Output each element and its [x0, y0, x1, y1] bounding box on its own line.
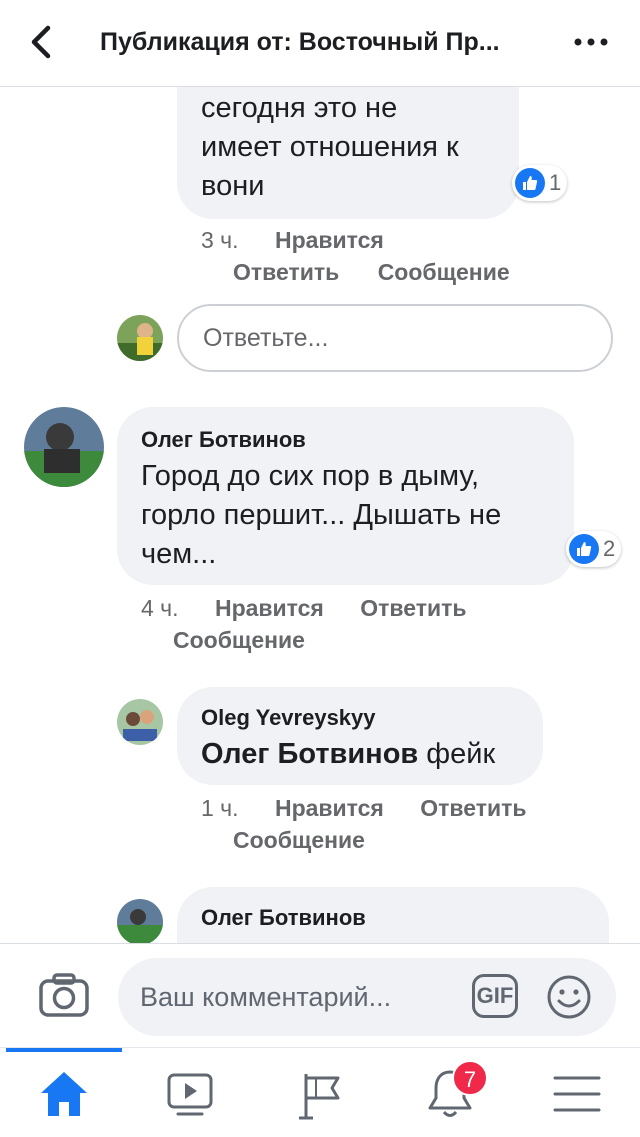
comment-actions-row2: Сообщение: [173, 627, 305, 654]
avatar[interactable]: [117, 899, 163, 943]
avatar: [117, 315, 163, 361]
tab-menu[interactable]: [547, 1066, 607, 1122]
comment-text-line: вони: [201, 170, 265, 202]
comment-text: фейк: [426, 738, 496, 770]
menu-icon: [553, 1076, 601, 1112]
reply-input[interactable]: Ответьте...: [177, 304, 613, 372]
comment-text-line: сегодня это не: [201, 92, 398, 124]
comment-bubble: Олег Ботвинов: [177, 887, 609, 943]
thumbs-up-icon: [569, 534, 599, 564]
page-title: Публикация от: Восточный Пр...: [100, 28, 500, 56]
comment-bubble: сегодня это не имеет отношения к вони: [177, 87, 519, 219]
bottom-tab-bar: 7: [0, 1047, 640, 1137]
emoji-button[interactable]: [546, 974, 592, 1020]
back-button[interactable]: [22, 22, 62, 62]
message-link[interactable]: Сообщение: [233, 827, 365, 853]
home-icon: [41, 1072, 87, 1116]
comment-author[interactable]: Олег Ботвинов: [201, 905, 366, 931]
video-icon: [167, 1073, 213, 1116]
comment-actions: 4 ч. Нравится Ответить: [141, 595, 467, 622]
comment-actions-row2: Сообщение: [233, 827, 365, 854]
reaction-number: 2: [603, 536, 616, 561]
reply-link[interactable]: Ответить: [360, 595, 466, 621]
comment-text-line: чем...: [141, 538, 217, 570]
comment-author[interactable]: Oleg Yevreyskyy: [201, 705, 376, 731]
message-link[interactable]: Сообщение: [378, 259, 510, 285]
comment-actions: 1 ч. Нравится Ответить: [201, 795, 527, 822]
comment-time: 1 ч.: [201, 795, 239, 821]
comments-feed[interactable]: сегодня это не имеет отношения к вони 1 …: [0, 87, 640, 943]
like-link[interactable]: Нравится: [275, 227, 384, 253]
reply-link[interactable]: Ответить: [420, 795, 526, 821]
pages-icon: [299, 1074, 340, 1120]
more-options-button[interactable]: [572, 30, 612, 54]
comment-bubble: Oleg Yevreyskyy Олег Ботвинов фейк: [177, 687, 543, 785]
comment-bubble: Олег Ботвинов Город до сих пор в дыму, г…: [117, 407, 574, 585]
comment-time: 4 ч.: [141, 595, 179, 621]
mention-link[interactable]: Олег Ботвинов: [201, 738, 418, 770]
comment-author[interactable]: Олег Ботвинов: [141, 427, 306, 453]
camera-button[interactable]: [38, 972, 90, 1018]
comment-actions: 3 ч. Нравится: [201, 227, 384, 254]
tab-home[interactable]: [34, 1066, 94, 1122]
gif-button[interactable]: GIF: [472, 974, 518, 1018]
comment-time: 3 ч.: [201, 227, 239, 253]
message-link[interactable]: Сообщение: [173, 627, 305, 653]
reply-link[interactable]: Ответить: [233, 259, 339, 285]
top-bar: Публикация от: Восточный Пр...: [0, 0, 640, 87]
comment-text-line: горло першит... Дышать не: [141, 499, 502, 531]
reaction-count[interactable]: 2: [566, 531, 622, 567]
like-link[interactable]: Нравится: [275, 795, 384, 821]
comment-placeholder: Ваш комментарий...: [140, 982, 392, 1012]
tab-pages[interactable]: [290, 1066, 350, 1122]
camera-icon: [39, 973, 89, 1017]
comment-input[interactable]: Ваш комментарий... GIF: [118, 958, 616, 1036]
thumbs-up-icon: [515, 168, 545, 198]
reaction-number: 1: [549, 170, 562, 195]
like-link[interactable]: Нравится: [215, 595, 324, 621]
tab-video[interactable]: [160, 1066, 220, 1122]
smiley-icon: [547, 975, 591, 1019]
notification-badge: 7: [452, 1060, 488, 1096]
comment-text-line: имеет отношения к: [201, 131, 459, 163]
avatar[interactable]: [24, 407, 104, 487]
chevron-left-icon: [31, 25, 51, 59]
comment-actions-row2: Ответить Сообщение: [233, 259, 510, 286]
active-tab-indicator: [6, 1048, 122, 1052]
comment-composer: Ваш комментарий... GIF: [0, 943, 640, 1048]
comment-text-line: Город до сих пор в дыму,: [141, 460, 480, 492]
avatar[interactable]: [117, 699, 163, 745]
more-dots-icon: [574, 38, 608, 46]
reaction-count[interactable]: 1: [512, 165, 568, 201]
